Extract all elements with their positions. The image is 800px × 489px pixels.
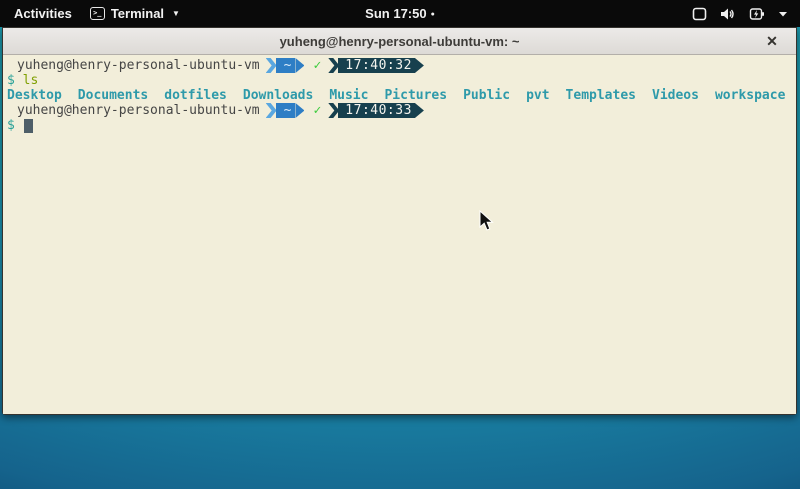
top-bar: Activities >_ Terminal ▼ Sun 17:50 ● bbox=[0, 0, 800, 27]
shell-prompt-symbol: $ bbox=[7, 118, 15, 133]
volume-icon bbox=[720, 7, 736, 21]
directory-name: Public bbox=[463, 88, 510, 103]
powerline-arrow-icon bbox=[415, 58, 424, 73]
directory-name: workspace bbox=[715, 88, 785, 103]
prompt-time-segment: 17:40:33 bbox=[328, 103, 424, 118]
directory-name: Pictures bbox=[384, 88, 447, 103]
powerline-arrow-icon bbox=[415, 103, 424, 118]
directory-name: pvt bbox=[526, 88, 549, 103]
prompt-path: ~ bbox=[276, 103, 296, 118]
prompt-username: yuheng@henry-personal-ubuntu-vm bbox=[17, 58, 260, 73]
screen-icon bbox=[692, 7, 707, 21]
system-status-area[interactable] bbox=[692, 7, 800, 21]
prompt-path-segment: ~ bbox=[266, 58, 305, 73]
activities-button[interactable]: Activities bbox=[14, 6, 72, 21]
directory-name: dotfiles bbox=[164, 88, 227, 103]
notification-dot-icon: ● bbox=[431, 11, 435, 18]
app-menu-label: Terminal bbox=[111, 6, 164, 21]
clock-label: Sun 17:50 bbox=[365, 6, 426, 21]
directory-name: Videos bbox=[652, 88, 699, 103]
prompt-line-2: yuheng@henry-personal-ubuntu-vm ~ ✓ 17:4… bbox=[7, 103, 796, 118]
input-line[interactable]: $ bbox=[7, 118, 796, 133]
prompt-username: yuheng@henry-personal-ubuntu-vm bbox=[17, 103, 260, 118]
typed-command: ls bbox=[23, 73, 39, 88]
prompt-time-segment: 17:40:32 bbox=[328, 58, 424, 73]
directory-name: Desktop bbox=[7, 88, 62, 103]
command-line: $ ls bbox=[7, 73, 796, 88]
directory-name: Downloads bbox=[243, 88, 313, 103]
prompt-path-segment: ~ bbox=[266, 103, 305, 118]
window-titlebar[interactable]: yuheng@henry-personal-ubuntu-vm: ~ ✕ bbox=[3, 28, 796, 55]
directory-name: Documents bbox=[78, 88, 148, 103]
terminal-content[interactable]: yuheng@henry-personal-ubuntu-vm ~ ✓ 17:4… bbox=[3, 55, 796, 414]
chevron-down-icon: ▼ bbox=[172, 9, 180, 18]
prompt-line-1: yuheng@henry-personal-ubuntu-vm ~ ✓ 17:4… bbox=[7, 58, 796, 73]
window-title: yuheng@henry-personal-ubuntu-vm: ~ bbox=[280, 34, 520, 49]
battery-charging-icon bbox=[749, 7, 765, 21]
chevron-down-icon bbox=[778, 10, 788, 18]
success-check-icon: ✓ bbox=[313, 103, 321, 118]
directory-name: Templates bbox=[566, 88, 636, 103]
app-menu-terminal[interactable]: >_ Terminal ▼ bbox=[90, 6, 180, 21]
prompt-timestamp: 17:40:33 bbox=[338, 103, 415, 118]
ls-output-line: Desktop Documents dotfiles Downloads Music Pi… bbox=[7, 88, 796, 103]
success-check-icon: ✓ bbox=[313, 58, 321, 73]
directory-name: Music bbox=[329, 88, 368, 103]
prompt-timestamp: 17:40:32 bbox=[338, 58, 415, 73]
text-cursor bbox=[24, 119, 33, 133]
terminal-icon: >_ bbox=[90, 7, 105, 20]
powerline-arrow-icon bbox=[295, 58, 304, 73]
shell-prompt-symbol: $ bbox=[7, 73, 15, 88]
close-button[interactable]: ✕ bbox=[760, 28, 784, 55]
prompt-path: ~ bbox=[276, 58, 296, 73]
powerline-arrow-icon bbox=[295, 103, 304, 118]
terminal-window: yuheng@henry-personal-ubuntu-vm: ~ ✕ yuh… bbox=[2, 27, 797, 415]
clock-button[interactable]: Sun 17:50 ● bbox=[365, 6, 435, 21]
